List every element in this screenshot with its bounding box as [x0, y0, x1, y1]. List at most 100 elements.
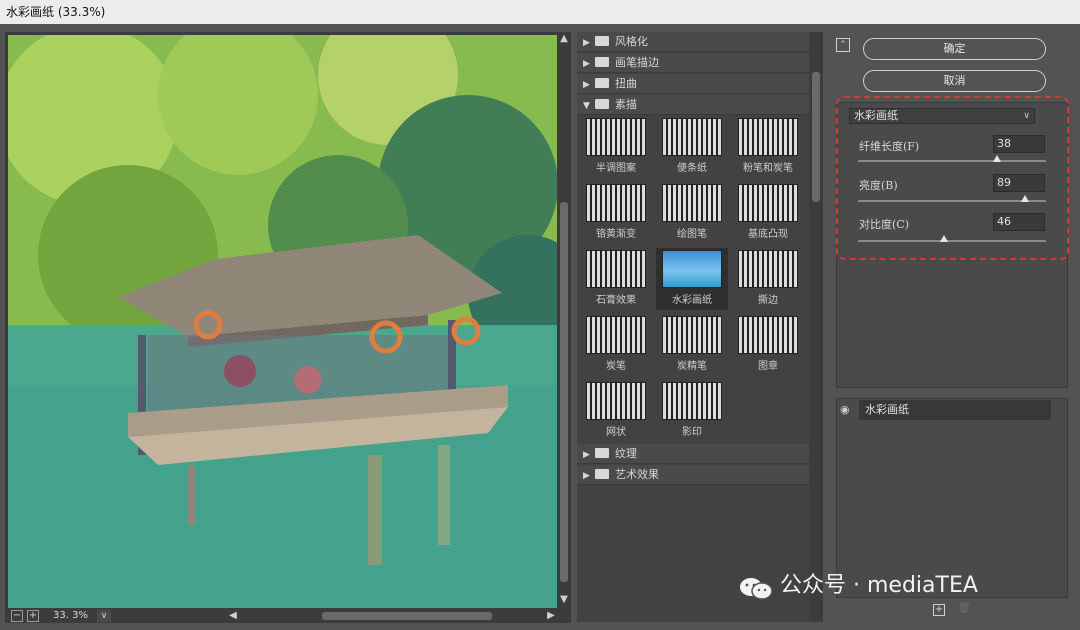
filter-preview-image — [738, 184, 798, 222]
sketch-filter-thumbnails: 半调图案 便条纸 粉笔和炭笔 铬黄渐变 绘图笔 基底凸现 石膏效果 水彩画纸 撕… — [577, 116, 809, 456]
preview-vscroll-thumb[interactable] — [560, 202, 568, 582]
filter-label: 水彩画纸 — [672, 295, 712, 306]
category-stylize[interactable]: ▶ 风格化 — [577, 32, 809, 52]
zoom-out-button[interactable]: − — [11, 610, 23, 622]
category-label: 风格化 — [615, 35, 648, 48]
gallery-scroll-thumb[interactable] — [812, 72, 820, 202]
window-title-bar: 水彩画纸 (33.3%) — [0, 0, 1080, 24]
filter-label: 网状 — [606, 427, 626, 438]
ok-button[interactable]: 确定 — [863, 38, 1046, 60]
filter-preview-image — [586, 118, 646, 156]
filter-thumb-water-paper-selected[interactable]: 水彩画纸 — [656, 248, 728, 310]
zoom-in-button[interactable]: + — [27, 610, 39, 622]
eye-icon[interactable]: ◉ — [840, 404, 854, 416]
filter-preview-image — [662, 250, 722, 288]
folder-icon — [595, 469, 609, 479]
filter-preview-image — [662, 316, 722, 354]
preview-hscroll-thumb[interactable] — [322, 612, 492, 620]
expand-arrow-icon: ▶ — [583, 59, 590, 69]
filter-preview-image — [738, 316, 798, 354]
window-title: 水彩画纸 (33.3%) — [6, 5, 106, 19]
filter-preview-image — [662, 382, 722, 420]
preview-image[interactable] — [8, 35, 559, 608]
wechat-logo-icon — [740, 578, 773, 600]
filter-thumb-stamp[interactable]: 图章 — [732, 314, 804, 376]
category-label: 扭曲 — [615, 77, 637, 90]
preview-image-art — [8, 35, 559, 608]
zoom-level: 33. 3% — [53, 610, 88, 621]
filter-thumb-graphic-pen[interactable]: 绘图笔 — [656, 182, 728, 244]
filter-label: 粉笔和炭笔 — [743, 163, 793, 174]
new-effect-layer-button[interactable]: + — [933, 604, 945, 616]
category-label: 画笔描边 — [615, 56, 659, 69]
filter-thumb-chalk-charcoal[interactable]: 粉笔和炭笔 — [732, 116, 804, 178]
scroll-up-arrow-icon[interactable]: ▲ — [558, 33, 570, 45]
zoom-dropdown-chevron-down-icon[interactable]: ∨ — [97, 610, 111, 622]
filter-preview-image — [586, 184, 646, 222]
filter-thumb-plaster[interactable]: 石膏效果 — [580, 248, 652, 310]
filter-preview-image — [662, 118, 722, 156]
scroll-left-arrow-icon[interactable]: ◀ — [227, 610, 239, 622]
filter-label: 便条纸 — [677, 163, 707, 174]
expand-arrow-icon: ▶ — [583, 38, 590, 48]
filter-thumb-chrome[interactable]: 铬黄渐变 — [580, 182, 652, 244]
collapse-arrow-icon: ▼ — [583, 101, 590, 111]
filter-label: 绘图笔 — [677, 229, 707, 240]
filter-label: 炭精笔 — [677, 361, 707, 372]
effect-layer-item[interactable]: 水彩画纸 — [859, 400, 1051, 420]
filter-preview-image — [738, 118, 798, 156]
filter-label: 影印 — [682, 427, 702, 438]
filter-thumb-conte-crayon[interactable]: 炭精笔 — [656, 314, 728, 376]
filter-thumb-note-paper[interactable]: 便条纸 — [656, 116, 728, 178]
scroll-right-arrow-icon[interactable]: ▶ — [545, 610, 557, 622]
filter-label: 炭笔 — [606, 361, 626, 372]
highlight-annotation-box — [836, 96, 1069, 260]
category-distort[interactable]: ▶ 扭曲 — [577, 74, 809, 94]
folder-icon — [595, 78, 609, 88]
category-artistic[interactable]: ▶ 艺术效果 — [577, 465, 809, 485]
filter-label: 半调图案 — [596, 163, 636, 174]
filter-thumb-charcoal[interactable]: 炭笔 — [580, 314, 652, 376]
preview-horizontal-scrollbar[interactable]: ◀ ▶ — [227, 610, 557, 622]
filter-thumb-reticulation[interactable]: 网状 — [580, 380, 652, 442]
filter-thumb-photocopy[interactable]: 影印 — [656, 380, 728, 442]
folder-open-icon — [595, 99, 609, 109]
preview-vertical-scrollbar[interactable]: ▲ ▼ — [557, 32, 571, 608]
watermark-text: 公众号 · mediaTEA — [780, 573, 978, 598]
filter-label: 铬黄渐变 — [596, 229, 636, 240]
folder-icon — [595, 57, 609, 67]
category-label: 艺术效果 — [615, 468, 659, 481]
collapse-gallery-chevron-up-icon[interactable]: ⌃ — [836, 38, 850, 52]
expand-arrow-icon: ▶ — [583, 80, 590, 90]
folder-icon — [595, 448, 609, 458]
category-brush-strokes[interactable]: ▶ 画笔描边 — [577, 53, 809, 73]
expand-arrow-icon: ▶ — [583, 471, 590, 481]
filter-thumb-torn-edges[interactable]: 撕边 — [732, 248, 804, 310]
filter-gallery-dialog: ▲ ▼ − + 33. 3% ∨ ◀ ▶ ▶ 风格化 ▶ 画笔描边 ▶ 扭曲 ▼ 素描 — [0, 24, 1080, 630]
category-texture[interactable]: ▶ 纹理 — [577, 444, 809, 464]
filter-label: 石膏效果 — [596, 295, 636, 306]
scroll-down-arrow-icon[interactable]: ▼ — [558, 594, 570, 606]
preview-panel: ▲ ▼ − + 33. 3% ∨ ◀ ▶ — [5, 32, 571, 623]
effect-layers-panel — [836, 398, 1068, 598]
filter-gallery-panel: ▶ 风格化 ▶ 画笔描边 ▶ 扭曲 ▼ 素描 半调图案 便条纸 粉笔和炭笔 铬黄渐变 绘… — [577, 32, 823, 622]
preview-status-bar: − + 33. 3% ∨ ◀ ▶ — [5, 609, 571, 623]
filter-label: 图章 — [758, 361, 778, 372]
gallery-scrollbar[interactable] — [809, 32, 823, 622]
category-sketch[interactable]: ▼ 素描 — [577, 95, 809, 115]
filter-preview-image — [586, 250, 646, 288]
folder-icon — [595, 36, 609, 46]
filter-label: 撕边 — [758, 295, 778, 306]
cancel-button[interactable]: 取消 — [863, 70, 1046, 92]
filter-thumb-bas-relief[interactable]: 基底凸现 — [732, 182, 804, 244]
filter-preview-image — [586, 316, 646, 354]
filter-preview-image — [738, 250, 798, 288]
filter-thumb-halftone-pattern[interactable]: 半调图案 — [580, 116, 652, 178]
filter-label: 基底凸现 — [748, 229, 788, 240]
category-label: 素描 — [615, 98, 637, 111]
filter-preview-image — [662, 184, 722, 222]
category-label: 纹理 — [615, 447, 637, 460]
filter-preview-image — [586, 382, 646, 420]
trash-icon[interactable]: 🗑 — [958, 604, 971, 616]
expand-arrow-icon: ▶ — [583, 450, 590, 460]
